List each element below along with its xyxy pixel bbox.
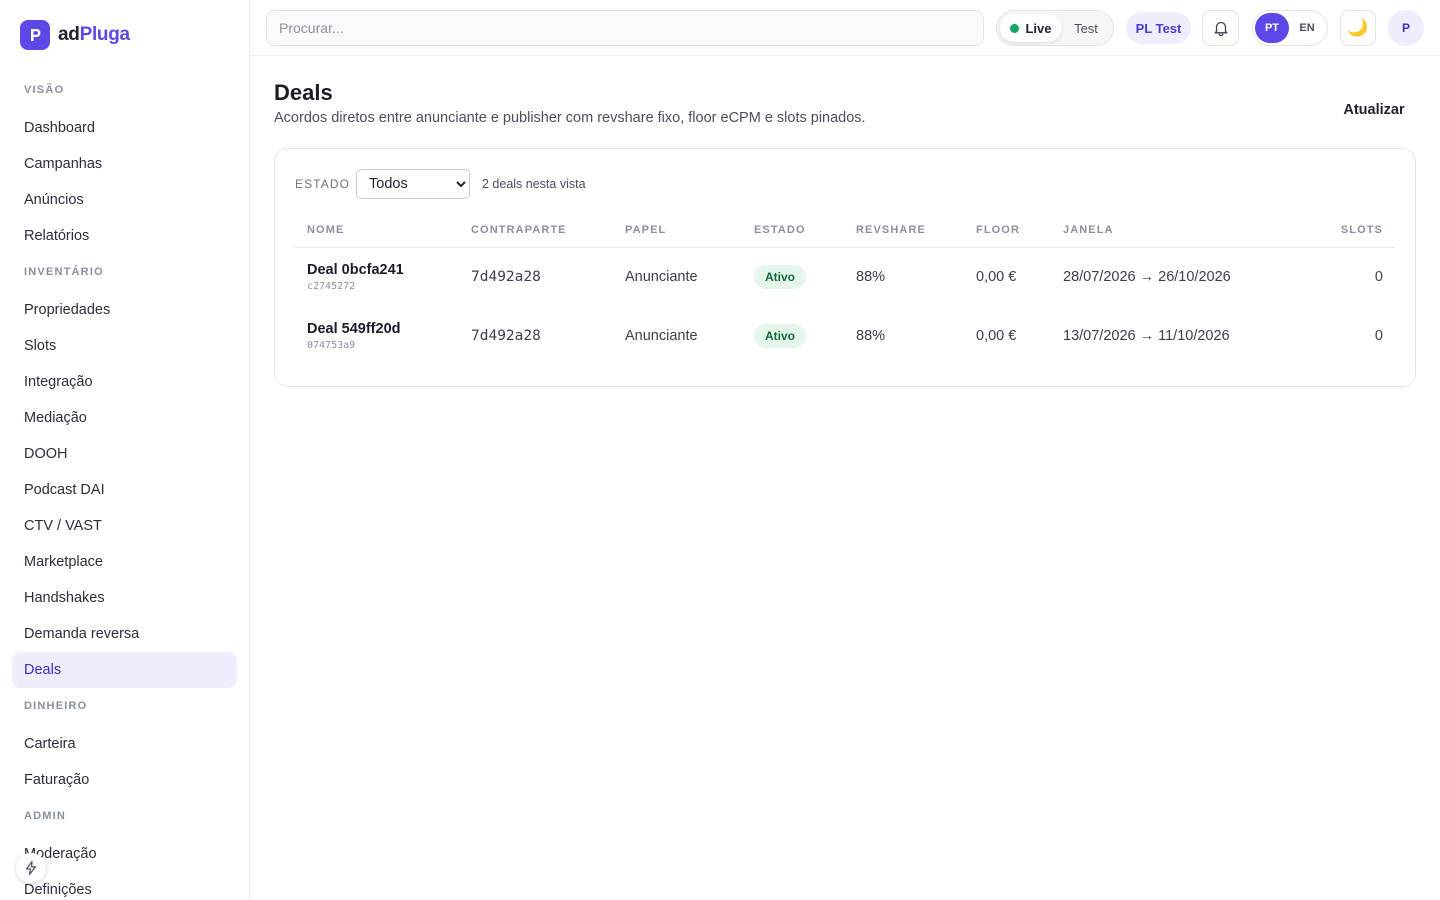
topbar: Live Test PL Test PT EN 🌙 P: [250, 0, 1440, 56]
sidebar-item-carteira[interactable]: Carteira: [12, 726, 237, 762]
nav-group-label: VISÃO: [24, 84, 65, 96]
slots-cell: 0: [1374, 327, 1383, 344]
column-header-floor[interactable]: FLOOR: [964, 219, 1051, 248]
theme-toggle-button[interactable]: 🌙: [1340, 10, 1376, 46]
sidebar-item-campanhas[interactable]: Campanhas: [12, 146, 237, 182]
language-switcher: PT EN: [1252, 10, 1328, 46]
column-header-counterpart[interactable]: CONTRAPARTE: [459, 219, 613, 248]
nav-group-label: INVENTÁRIO: [24, 266, 104, 278]
deal-name[interactable]: Deal 549ff20d: [307, 321, 447, 337]
environment-toggle: Live Test: [996, 10, 1114, 46]
env-test-button[interactable]: Test: [1062, 14, 1110, 42]
org-switcher[interactable]: PL Test: [1126, 12, 1191, 44]
bell-icon: [1214, 21, 1227, 37]
result-count: 2 deals nesta vista: [482, 177, 586, 191]
logo-icon: [20, 20, 50, 50]
sidebar-item-faturacao[interactable]: Faturação: [12, 762, 237, 798]
deal-name-cell: Deal 0bcfa241 c2745272: [295, 247, 459, 306]
sidebar-item-anuncios[interactable]: Anúncios: [12, 182, 237, 218]
table-row[interactable]: Deal 549ff20d 074753a9 7d492a28 Anuncian…: [295, 306, 1395, 365]
floor-cell: 0,00 €: [976, 268, 1017, 285]
deal-name[interactable]: Deal 0bcfa241: [307, 262, 447, 278]
moon-icon: 🌙: [1347, 18, 1369, 37]
status-badge: Ativo: [754, 264, 806, 289]
revshare-cell: 88%: [856, 268, 886, 285]
table-row[interactable]: Deal 0bcfa241 c2745272 7d492a28 Anuncian…: [295, 247, 1395, 306]
deals-card: ESTADO Todos 2 deals nesta vista NOME CO…: [274, 148, 1416, 387]
lang-pt-button[interactable]: PT: [1255, 13, 1289, 43]
sidebar-item-slots[interactable]: Slots: [12, 328, 237, 364]
sidebar-item-handshakes[interactable]: Handshakes: [12, 580, 237, 616]
slots-cell: 0: [1374, 268, 1383, 285]
lightning-icon: [25, 860, 37, 876]
sidebar: adPluga VISÃO Dashboard Campanhas Anúnci…: [0, 0, 250, 900]
sidebar-item-integracao[interactable]: Integração: [12, 364, 237, 400]
sidebar-item-dooh[interactable]: DOOH: [12, 436, 237, 472]
column-header-revshare[interactable]: REVSHARE: [844, 219, 964, 248]
search-input[interactable]: [266, 10, 984, 46]
sidebar-nav: VISÃO Dashboard Campanhas Anúncios Relat…: [0, 72, 249, 900]
state-filter-select[interactable]: Todos: [356, 169, 470, 199]
lang-en-button[interactable]: EN: [1289, 13, 1325, 43]
refresh-button[interactable]: Atualizar: [1330, 100, 1418, 120]
deal-id: 074753a9: [307, 339, 356, 351]
sidebar-item-ctv-vast[interactable]: CTV / VAST: [12, 508, 237, 544]
table-header-row: NOME CONTRAPARTE PAPEL ESTADO REVSHARE F…: [295, 219, 1395, 248]
brand-logo[interactable]: adPluga: [20, 20, 130, 50]
page-subtitle: Acordos diretos entre anunciante e publi…: [274, 110, 866, 126]
brand-name: adPluga: [58, 24, 130, 45]
window-cell: 13/07/2026 → 11/10/2026: [1063, 327, 1230, 344]
sidebar-item-propriedades[interactable]: Propriedades: [12, 292, 237, 328]
deal-name-cell: Deal 549ff20d 074753a9: [295, 306, 459, 365]
user-avatar[interactable]: P: [1388, 10, 1424, 46]
nav-group-label: ADMIN: [24, 810, 67, 822]
window-cell: 28/07/2026 → 26/10/2026: [1063, 268, 1231, 285]
sidebar-item-marketplace[interactable]: Marketplace: [12, 544, 237, 580]
live-status-dot-icon: [1010, 23, 1020, 33]
floor-cell: 0,00 €: [976, 327, 1017, 344]
env-live-label: Live: [1025, 20, 1052, 36]
role-cell: Anunciante: [625, 327, 698, 344]
status-badge: Ativo: [754, 323, 806, 348]
sidebar-item-dashboard[interactable]: Dashboard: [12, 110, 237, 146]
column-header-slots[interactable]: SLOTS: [1275, 219, 1395, 248]
deals-table: NOME CONTRAPARTE PAPEL ESTADO REVSHARE F…: [295, 219, 1395, 365]
sidebar-item-relatorios[interactable]: Relatórios: [12, 218, 237, 254]
sidebar-item-deals[interactable]: Deals: [12, 652, 237, 688]
quick-action-button[interactable]: [16, 853, 46, 883]
sidebar-item-demanda-reversa[interactable]: Demanda reversa: [12, 616, 237, 652]
sidebar-item-definicoes[interactable]: Definições: [12, 872, 237, 900]
deal-id: c2745272: [307, 280, 356, 292]
notifications-button[interactable]: [1202, 10, 1239, 46]
state-cell: Ativo: [742, 247, 844, 306]
counterpart-cell: 7d492a28: [471, 268, 541, 285]
role-cell: Anunciante: [625, 268, 698, 285]
nav-group-label: DINHEIRO: [24, 700, 88, 712]
column-header-window[interactable]: JANELA: [1051, 219, 1275, 248]
sidebar-item-podcast-dai[interactable]: Podcast DAI: [12, 472, 237, 508]
env-live-button[interactable]: Live: [1000, 14, 1062, 42]
column-header-name[interactable]: NOME: [295, 219, 459, 248]
column-header-state[interactable]: ESTADO: [742, 219, 844, 248]
sidebar-item-mediacao[interactable]: Mediação: [12, 400, 237, 436]
revshare-cell: 88%: [856, 327, 886, 344]
page-title: Deals: [274, 80, 333, 105]
state-cell: Ativo: [742, 306, 844, 365]
state-filter-label: ESTADO: [295, 177, 351, 191]
counterpart-cell: 7d492a28: [471, 327, 541, 344]
column-header-role[interactable]: PAPEL: [613, 219, 742, 248]
